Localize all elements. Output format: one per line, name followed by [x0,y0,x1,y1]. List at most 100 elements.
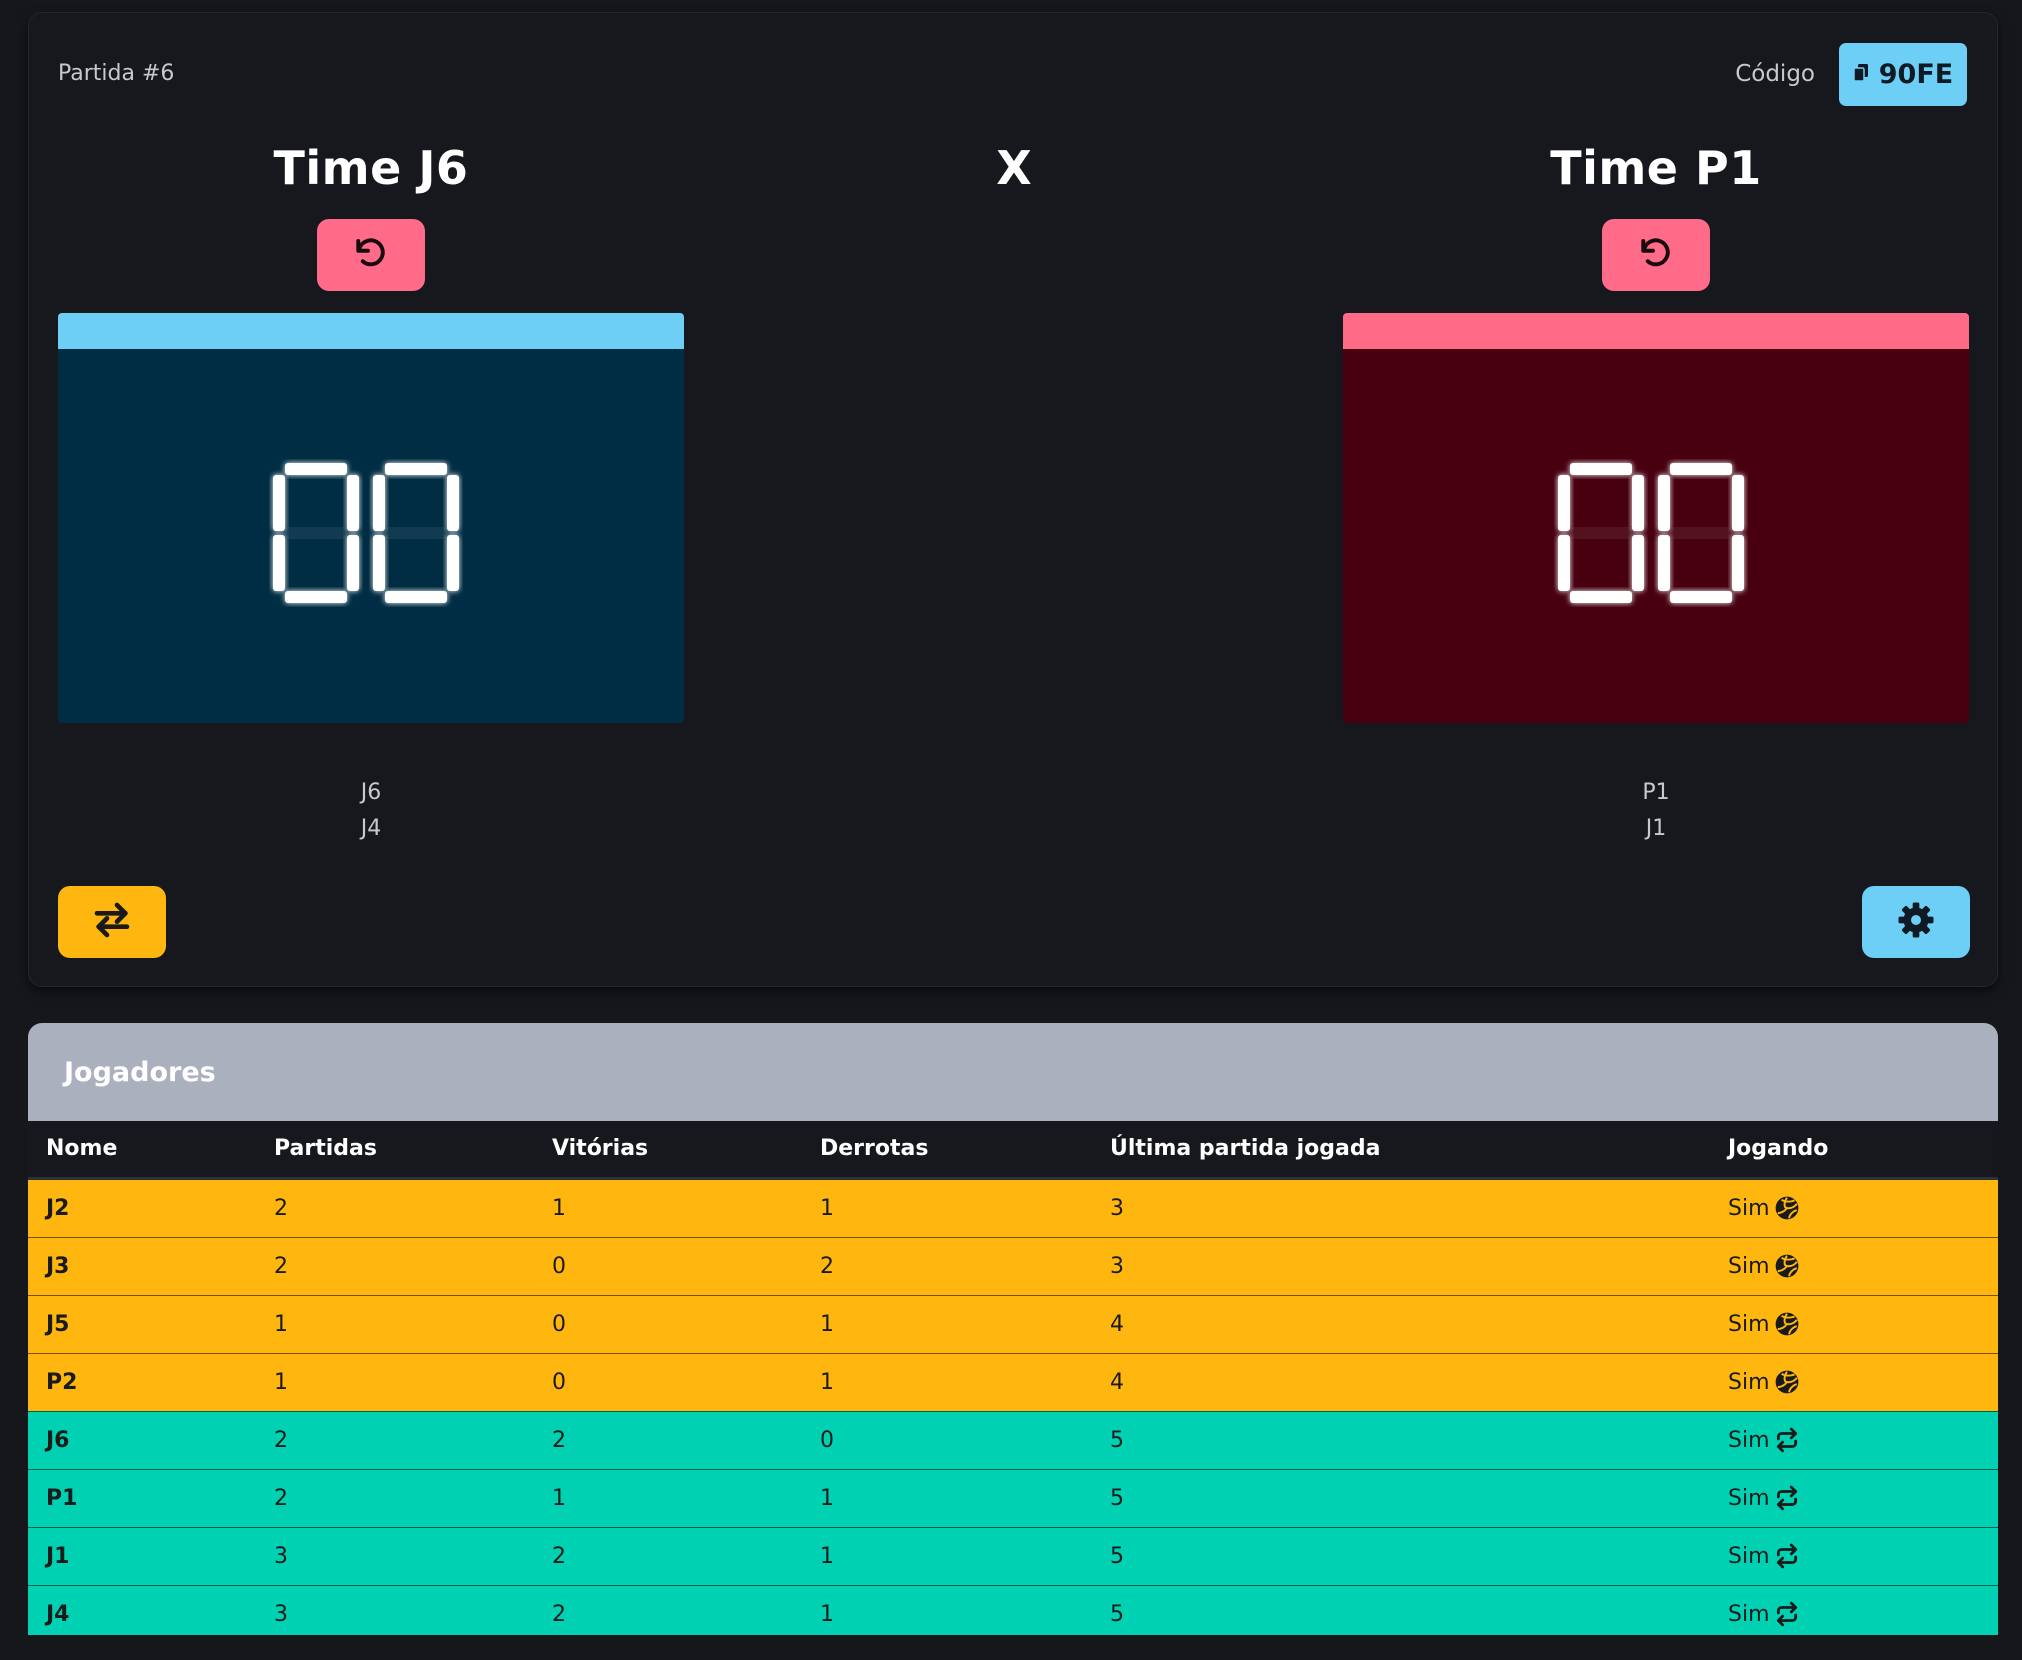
digit-segment [373,475,385,531]
team-right-undo-button[interactable] [1602,219,1710,291]
volleyball-icon [1774,1369,1800,1395]
cell-derrotas: 1 [802,1585,1092,1635]
team-player: J4 [360,816,382,841]
rotate-left-icon [1638,235,1674,275]
digit-segment [385,527,447,539]
players-card: Jogadores Nome Partidas Vitórias Derrota… [28,1023,1998,1635]
cell-derrotas: 0 [802,1411,1092,1470]
digit-segment [1570,463,1632,475]
table-row: J1 3 2 1 5 Sim [28,1527,1998,1586]
column-header-ultima-partida[interactable]: Última partida jogada [1092,1121,1710,1180]
cell-derrotas: 2 [802,1237,1092,1296]
digit-segment [1558,475,1570,531]
settings-button[interactable] [1862,886,1970,958]
cell-derrotas: 1 [802,1469,1092,1528]
cell-nome: P2 [28,1353,256,1412]
digit-segment [273,475,285,531]
digit-segment [447,535,459,591]
match-code: 90FE [1878,59,1954,90]
cell-ultima-partida: 5 [1092,1527,1710,1586]
digit-segment [385,463,447,475]
cell-ultima-partida: 3 [1092,1237,1710,1296]
cell-vitorias: 0 [534,1353,802,1412]
digit-segment [1558,535,1570,591]
digit-segment [285,591,347,603]
repeat-icon [1774,1427,1800,1453]
team-left-undo-button[interactable] [317,219,425,291]
team-player: J6 [360,780,382,805]
copy-code-button[interactable]: 90FE [1839,43,1967,106]
cell-derrotas: 1 [802,1295,1092,1354]
jogando-status: Sim [1728,1601,1770,1627]
team-right-score [1558,463,1744,603]
cell-vitorias: 0 [534,1295,802,1354]
cell-nome: J4 [28,1585,256,1635]
cell-nome: J6 [28,1411,256,1470]
column-header-derrotas[interactable]: Derrotas [802,1121,1092,1180]
jogando-status: Sim [1728,1311,1770,1337]
digit-segment [1658,535,1670,591]
digit-segment [273,535,285,591]
digit-segment [1732,475,1744,531]
cell-derrotas: 1 [802,1178,1092,1238]
rotate-left-icon [353,235,389,275]
table-row: J3 2 0 2 3 Sim [28,1237,1998,1296]
swap-sides-button[interactable] [58,886,166,958]
digit-segment [447,475,459,531]
cell-jogando: Sim [1710,1178,1998,1238]
cell-vitorias: 2 [534,1411,802,1470]
team-right-color-bar [1343,313,1969,349]
digit-segment [373,535,385,591]
digit-segment [385,591,447,603]
table-row: J5 1 0 1 4 Sim [28,1295,1998,1354]
digit-segment [1570,527,1632,539]
repeat-icon [1774,1543,1800,1569]
cell-ultima-partida: 5 [1092,1585,1710,1635]
digit-segment [285,463,347,475]
cell-ultima-partida: 4 [1092,1295,1710,1354]
cell-jogando: Sim [1710,1469,1998,1528]
cell-ultima-partida: 3 [1092,1178,1710,1238]
team-left-players: J6 J4 [58,775,684,847]
team-left-title: Time J6 [273,141,469,195]
table-row: J4 3 2 1 5 Sim [28,1585,1998,1635]
cell-nome: P1 [28,1469,256,1528]
team-right-score-panel[interactable] [1343,313,1969,723]
digit-segment [1632,475,1644,531]
volleyball-icon [1774,1311,1800,1337]
jogando-status: Sim [1728,1195,1770,1221]
column-header-vitorias[interactable]: Vitórias [534,1121,802,1180]
cell-jogando: Sim [1710,1353,1998,1412]
digit-segment [347,475,359,531]
cell-ultima-partida: 5 [1092,1411,1710,1470]
cell-partidas: 2 [256,1411,534,1470]
column-header-nome[interactable]: Nome [28,1121,256,1180]
team-left-score-panel[interactable] [58,313,684,723]
cell-partidas: 1 [256,1295,534,1354]
table-row: P1 2 1 1 5 Sim [28,1469,1998,1528]
team-player: P1 [1642,780,1670,805]
cell-partidas: 2 [256,1237,534,1296]
gear-icon [1896,900,1936,944]
column-header-partidas[interactable]: Partidas [256,1121,534,1180]
cell-jogando: Sim [1710,1295,1998,1354]
team-right-players: P1 J1 [1343,775,1969,847]
jogando-status: Sim [1728,1253,1770,1279]
cell-ultima-partida: 5 [1092,1469,1710,1528]
cell-nome: J5 [28,1295,256,1354]
cell-vitorias: 2 [534,1527,802,1586]
copy-icon [1853,59,1869,90]
table-row: J6 2 2 0 5 Sim [28,1411,1998,1470]
repeat-icon [1774,1485,1800,1511]
jogando-status: Sim [1728,1427,1770,1453]
code-label: Código [1735,61,1815,87]
players-title: Jogadores [28,1023,1998,1121]
cell-vitorias: 1 [534,1178,802,1238]
table-row: J2 2 1 1 3 Sim [28,1178,1998,1238]
column-header-jogando[interactable]: Jogando [1710,1121,1998,1180]
digit-segment [1670,527,1732,539]
volleyball-icon [1774,1195,1800,1221]
digit-segment [285,527,347,539]
cell-derrotas: 1 [802,1527,1092,1586]
cell-vitorias: 0 [534,1237,802,1296]
